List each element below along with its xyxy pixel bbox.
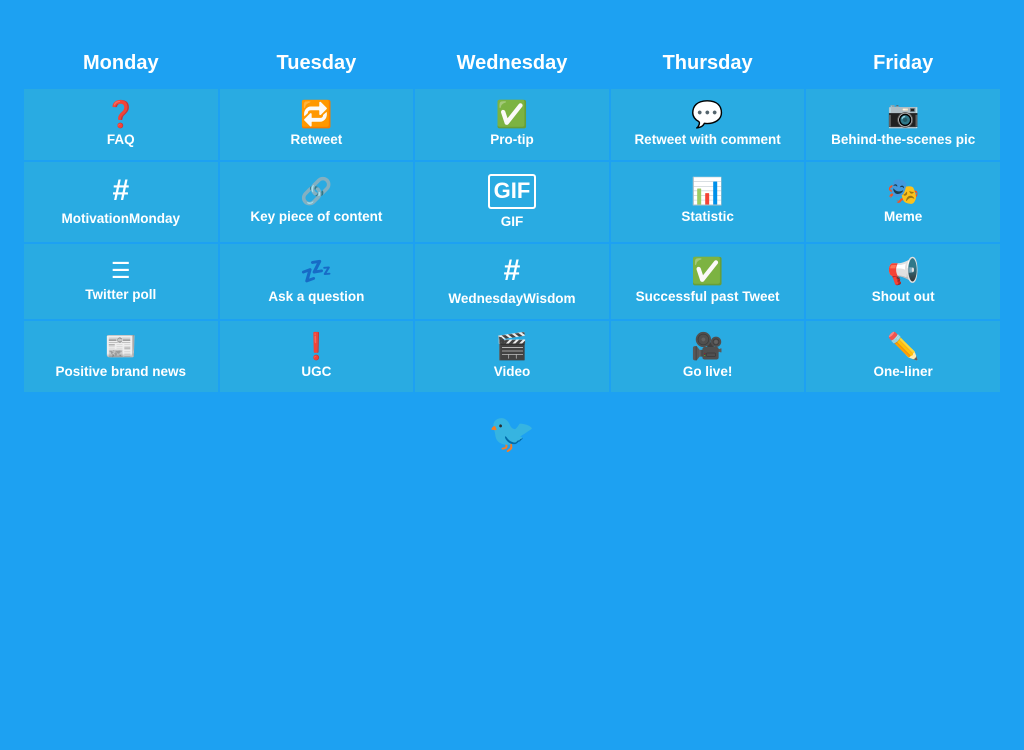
cell-label: Key piece of content <box>250 209 382 225</box>
cell-label: Ask a question <box>268 289 364 305</box>
cell-label: WednesdayWisdom <box>448 291 575 307</box>
cell-icon: GIF <box>488 174 537 208</box>
cell-icon: # <box>112 176 129 206</box>
cell-icon: 🔗 <box>300 178 332 204</box>
cell-row3-col2: 🎬 Video <box>414 320 610 393</box>
column-header-thursday: Thursday <box>610 42 806 88</box>
cell-label: Statistic <box>681 209 734 225</box>
cell-icon: 🔁 <box>300 101 332 127</box>
cell-icon: ☰ <box>111 260 131 282</box>
cell-icon: ✏️ <box>887 333 919 359</box>
cell-label: Behind-the-scenes pic <box>831 132 975 148</box>
cell-label: One-liner <box>874 364 933 380</box>
cell-icon: ✅ <box>691 258 723 284</box>
cell-icon: 🎥 <box>691 333 723 359</box>
cell-label: FAQ <box>107 132 135 148</box>
cell-icon: 💬 <box>691 101 723 127</box>
cell-row2-col0: ☰ Twitter poll <box>23 243 219 320</box>
cell-row2-col2: # WednesdayWisdom <box>414 243 610 320</box>
cell-label: Go live! <box>683 364 733 380</box>
cell-label: Positive brand news <box>56 364 187 380</box>
cell-row0-col2: ✅ Pro-tip <box>414 88 610 161</box>
cell-icon: 📊 <box>691 178 723 204</box>
cell-label: MotivationMonday <box>62 211 181 227</box>
cell-icon: 📰 <box>105 333 137 359</box>
cell-icon: 🎭 <box>887 178 919 204</box>
cell-icon: ❗ <box>300 333 332 359</box>
cell-row1-col1: 🔗 Key piece of content <box>219 161 415 243</box>
column-header-monday: Monday <box>23 42 219 88</box>
cell-row3-col4: ✏️ One-liner <box>805 320 1001 393</box>
cell-label: Twitter poll <box>85 287 156 303</box>
cell-label: UGC <box>301 364 331 380</box>
cell-label: Shout out <box>872 289 935 305</box>
cell-row1-col2: GIF GIF <box>414 161 610 243</box>
twitter-bird-icon: 🐦 <box>488 412 535 456</box>
cell-row0-col3: 💬 Retweet with comment <box>610 88 806 161</box>
cell-row0-col4: 📷 Behind-the-scenes pic <box>805 88 1001 161</box>
cell-row2-col4: 📢 Shout out <box>805 243 1001 320</box>
column-header-wednesday: Wednesday <box>414 42 610 88</box>
cell-row1-col4: 🎭 Meme <box>805 161 1001 243</box>
cell-icon: # <box>504 256 521 286</box>
cell-label: Pro-tip <box>490 132 534 148</box>
cell-row1-col3: 📊 Statistic <box>610 161 806 243</box>
cell-icon: ✅ <box>496 101 528 127</box>
cell-icon: ❓ <box>105 101 137 127</box>
cell-label: Video <box>494 364 531 380</box>
cell-row3-col3: 🎥 Go live! <box>610 320 806 393</box>
cell-label: GIF <box>501 214 524 230</box>
cell-row0-col0: ❓ FAQ <box>23 88 219 161</box>
cell-icon: 💤 <box>300 258 332 284</box>
cell-row3-col1: ❗ UGC <box>219 320 415 393</box>
cell-row2-col1: 💤 Ask a question <box>219 243 415 320</box>
cell-label: Retweet <box>291 132 343 148</box>
column-header-friday: Friday <box>805 42 1001 88</box>
cell-label: Meme <box>884 209 922 225</box>
column-header-tuesday: Tuesday <box>219 42 415 88</box>
cell-row0-col1: 🔁 Retweet <box>219 88 415 161</box>
cell-row2-col3: ✅ Successful past Tweet <box>610 243 806 320</box>
cell-icon: 📷 <box>887 101 919 127</box>
tweet-calendar: MondayTuesdayWednesdayThursdayFriday ❓ FA… <box>22 42 1002 394</box>
cell-label: Retweet with comment <box>634 132 780 148</box>
cell-label: Successful past Tweet <box>636 289 780 305</box>
cell-row1-col0: # MotivationMonday <box>23 161 219 243</box>
cell-icon: 📢 <box>887 258 919 284</box>
cell-icon: 🎬 <box>496 333 528 359</box>
cell-row3-col0: 📰 Positive brand news <box>23 320 219 393</box>
